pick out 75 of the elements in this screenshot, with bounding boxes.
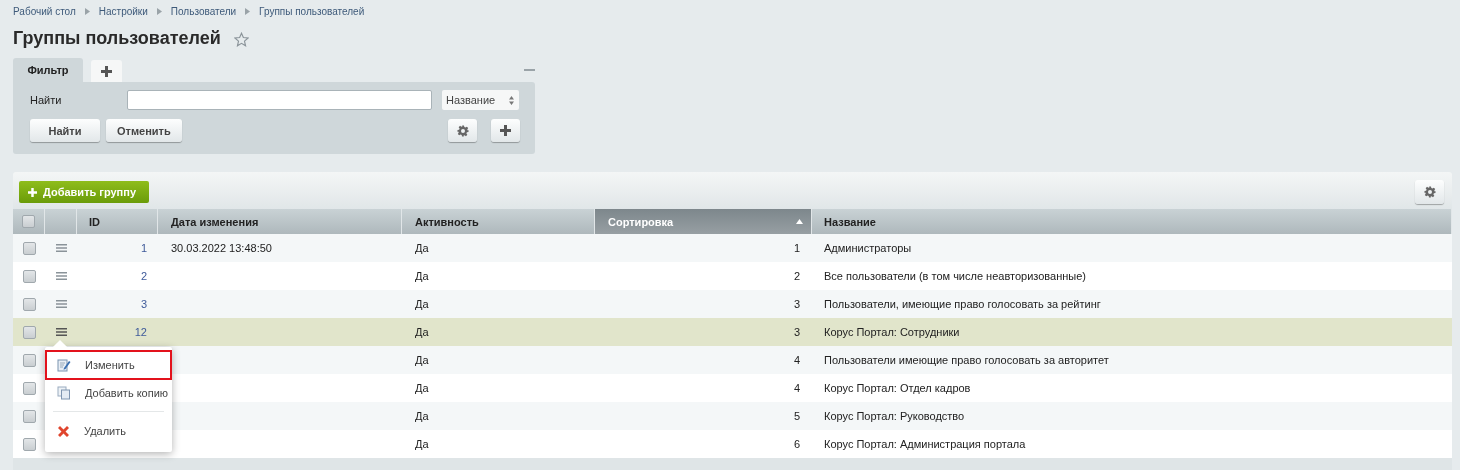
checkbox[interactable] [22,325,36,339]
filter-tab[interactable]: Фильтр [13,58,83,82]
activity-cell: Да [415,270,429,282]
activity-cell: Да [415,354,429,366]
sort-cell: 4 [793,354,800,366]
checkbox[interactable] [22,297,36,311]
field-dropdown[interactable]: Название [442,90,519,110]
id-cell: 12 [134,326,147,338]
menu-item[interactable]: Изменить [45,350,172,380]
name-cell: Корус Портал: Отдел кадров [824,382,971,394]
checkbox[interactable] [22,353,36,367]
checkbox[interactable] [22,215,35,228]
breadcrumb-link[interactable]: Настройки [98,5,148,17]
delete-icon [57,424,70,438]
sort-cell: 2 [793,270,800,282]
checkbox[interactable] [22,381,36,395]
date-cell: 30.03.2022 13:48:50 [171,242,272,254]
checkbox[interactable] [22,269,36,283]
breadcrumb-link[interactable]: Группы пользователей [259,5,365,17]
sort-cell: 1 [793,242,800,254]
menu-item[interactable]: Добавить копию [45,380,172,406]
chevron-icon [156,7,162,15]
chevron-icon [84,7,90,15]
breadcrumb-link[interactable]: Рабочий стол [13,5,76,17]
menu-icon[interactable] [55,272,67,280]
gear-icon [456,124,469,137]
id-cell: 2 [140,270,147,282]
add-filter-button[interactable] [491,119,520,142]
search-field[interactable] [127,90,432,110]
menu-icon[interactable] [55,328,67,336]
filter-button[interactable]: Найти [30,119,100,142]
checkbox[interactable] [22,437,36,451]
star-icon[interactable] [233,31,249,47]
edit-icon [57,358,71,372]
find-label: Найти [30,94,63,106]
breadcrumb-link[interactable]: Пользователи [170,5,237,17]
sort-cell: 6 [793,438,800,450]
filter-button[interactable]: Отменить [106,119,182,142]
sort-cell: 3 [793,326,800,338]
id-cell: 3 [140,298,147,310]
menu-icon[interactable] [55,300,67,308]
settings-button[interactable] [448,119,477,142]
settings-button[interactable] [1415,180,1444,204]
name-cell: Администраторы [824,242,912,254]
activity-cell: Да [415,410,429,422]
activity-cell: Да [415,382,429,394]
name-cell: Корус Портал: Сотрудники [824,326,960,338]
activity-cell: Да [415,298,429,310]
collapse-icon[interactable] [524,69,535,72]
name-cell: Все пользователи (в том числе неавторизованные) [824,270,1086,282]
name-cell: Пользователи имеющие право голосовать за авторитет [824,354,1109,366]
gear-icon [1423,186,1436,198]
sort-cell: 3 [793,298,800,310]
updown-icon [509,95,514,105]
plus-icon [500,125,511,136]
page-title: Группы пользователей [13,27,221,49]
sort-cell: 4 [793,382,800,394]
menu-icon[interactable] [55,244,67,252]
activity-cell: Да [415,326,429,338]
add-tab-button[interactable] [91,60,122,82]
name-cell: Корус Портал: Руководство [824,410,965,422]
name-cell: Пользователи, имеющие право голосовать за рейтинг [824,298,1101,310]
chevron-icon [245,7,251,15]
sort-cell: 5 [793,410,800,422]
copy-icon [57,386,71,400]
sort-arrow-icon [796,219,803,224]
plus-icon [101,65,112,77]
checkbox[interactable] [22,409,36,423]
checkbox[interactable] [22,241,36,255]
plus-icon [28,187,37,197]
menu-item[interactable]: Удалить [45,418,172,444]
id-cell: 1 [140,242,147,254]
activity-cell: Да [415,242,429,254]
name-cell: Корус Портал: Администрация портала [824,438,1026,450]
activity-cell: Да [415,438,429,450]
